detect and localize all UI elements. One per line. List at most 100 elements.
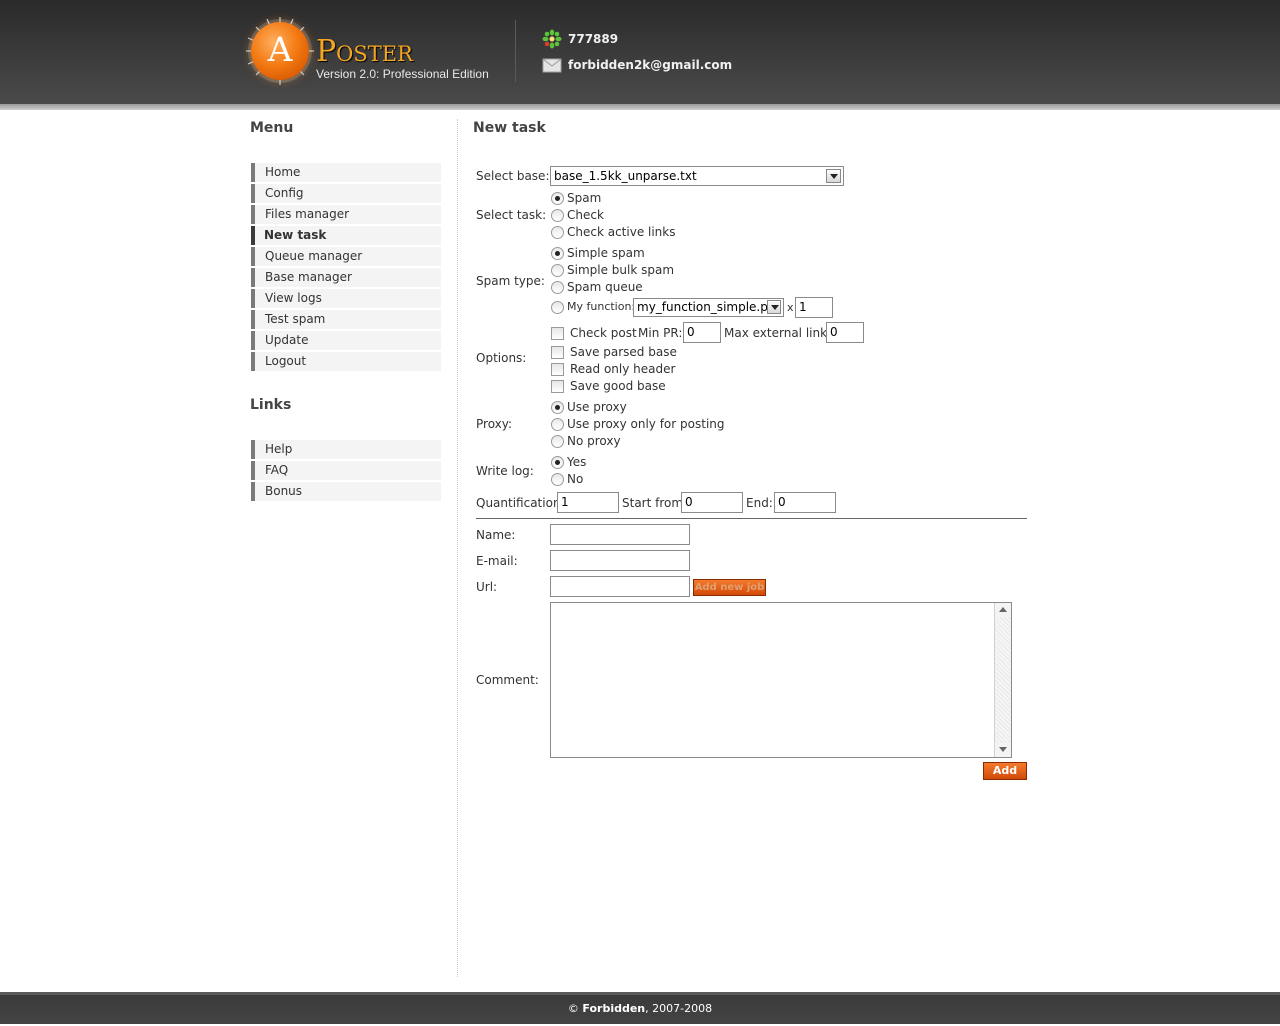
task-radio-check[interactable]: [551, 209, 564, 222]
menu-item-logout[interactable]: Logout: [251, 352, 441, 371]
footer-years: , 2007-2008: [645, 1002, 713, 1015]
end-label: End:: [746, 496, 773, 510]
proxy-option-use: Use proxy: [567, 400, 627, 414]
check-post-label: Check post: [570, 326, 637, 340]
menu-item-queue-manager[interactable]: Queue manager: [251, 247, 441, 266]
menu-heading: Menu: [250, 120, 294, 136]
write-log-radio-no[interactable]: [551, 473, 564, 486]
task-radio-check-active-links[interactable]: [551, 226, 564, 239]
select-base-dropdown[interactable]: base_1.5kk_unparse.txt: [550, 166, 844, 186]
multiplier-symbol: x: [787, 301, 794, 314]
links-list: Help FAQ Bonus: [251, 440, 441, 503]
comment-textarea[interactable]: [550, 602, 1012, 758]
chevron-down-icon[interactable]: [826, 169, 841, 183]
min-pr-input[interactable]: 0: [683, 322, 721, 343]
write-log-option-yes: Yes: [567, 455, 587, 469]
logo-name: Poster: [316, 34, 413, 69]
function-select[interactable]: my_function_simple.pl: [633, 298, 784, 317]
options-label: Options:: [476, 351, 527, 365]
copyright-symbol: ©: [567, 1002, 579, 1015]
comment-scrollbar[interactable]: [994, 603, 1011, 757]
max-links-label: Max external links:: [724, 326, 838, 340]
menu-item-base-manager[interactable]: Base manager: [251, 268, 441, 287]
save-parsed-checkbox[interactable]: [551, 346, 564, 359]
email-contact: forbidden2k@gmail.com: [542, 55, 732, 75]
url-field[interactable]: [550, 576, 690, 597]
comment-label: Comment:: [476, 673, 539, 687]
email-label: E-mail:: [476, 554, 518, 568]
menu-item-update[interactable]: Update: [251, 331, 441, 350]
proxy-radio-none[interactable]: [551, 435, 564, 448]
write-log-radio-yes[interactable]: [551, 456, 564, 469]
task-option-check-active-links: Check active links: [567, 225, 676, 239]
chevron-down-icon[interactable]: [767, 300, 781, 314]
select-task-label: Select task:: [476, 208, 547, 222]
form-separator: [476, 518, 1027, 519]
page-title: New task: [473, 120, 546, 136]
spam-type-option-bulk: Simple bulk spam: [567, 263, 675, 277]
email-field[interactable]: [550, 550, 690, 571]
link-item-faq[interactable]: FAQ: [251, 461, 441, 480]
menu-item-test-spam[interactable]: Test spam: [251, 310, 441, 329]
multiplier-input[interactable]: 1: [795, 297, 833, 318]
quantification-label: Quantification:: [476, 496, 565, 510]
check-post-checkbox[interactable]: [551, 327, 564, 340]
menu-item-view-logs[interactable]: View logs: [251, 289, 441, 308]
spam-type-radio-simple[interactable]: [551, 247, 564, 260]
spam-type-option-queue: Spam queue: [567, 280, 643, 294]
write-log-label: Write log:: [476, 464, 534, 478]
email-address[interactable]: forbidden2k@gmail.com: [568, 58, 732, 72]
footer-author: Forbidden: [582, 1002, 646, 1015]
scroll-up-icon[interactable]: [995, 603, 1011, 617]
menu-item-home[interactable]: Home: [251, 163, 441, 182]
menu-item-new-task[interactable]: New task: [251, 226, 441, 245]
logo-letter: A: [251, 22, 309, 80]
column-divider: [457, 119, 458, 977]
start-from-input[interactable]: 0: [681, 492, 743, 513]
menu-item-files-manager[interactable]: Files manager: [251, 205, 441, 224]
proxy-radio-use[interactable]: [551, 401, 564, 414]
spam-type-radio-queue[interactable]: [551, 281, 564, 294]
add-button[interactable]: Add: [983, 762, 1027, 780]
spam-type-option-my-function: My function:: [567, 300, 636, 313]
icq-contact: 777889: [542, 29, 618, 49]
select-base-label: Select base:: [476, 169, 550, 183]
menu-list: Home Config Files manager New task Queue…: [251, 163, 441, 373]
start-from-label: Start from:: [622, 496, 688, 510]
proxy-radio-posting-only[interactable]: [551, 418, 564, 431]
link-item-help[interactable]: Help: [251, 440, 441, 459]
spam-type-option-simple: Simple spam: [567, 246, 645, 260]
scroll-down-icon[interactable]: [995, 743, 1011, 757]
task-option-spam: Spam: [567, 191, 602, 205]
add-new-job-button[interactable]: Add new job: [693, 579, 766, 596]
task-radio-spam[interactable]: [551, 192, 564, 205]
header-strip: [0, 104, 1280, 110]
header-divider: [515, 20, 516, 82]
spam-type-radio-bulk[interactable]: [551, 264, 564, 277]
save-good-label: Save good base: [570, 379, 666, 393]
spam-type-radio-my-function[interactable]: [551, 301, 564, 314]
spam-type-label: Spam type:: [476, 274, 545, 288]
links-heading: Links: [250, 397, 292, 413]
proxy-option-posting-only: Use proxy only for posting: [567, 417, 725, 431]
name-field[interactable]: [550, 524, 690, 545]
footer: © Forbidden, 2007-2008: [0, 992, 1280, 1024]
quantification-input[interactable]: 1: [557, 492, 619, 513]
read-only-header-label: Read only header: [570, 362, 676, 376]
name-label: Name:: [476, 528, 516, 542]
select-base-value: base_1.5kk_unparse.txt: [554, 169, 697, 183]
proxy-option-none: No proxy: [567, 434, 621, 448]
version-text: Version 2.0: Professional Edition: [316, 67, 489, 81]
max-links-input[interactable]: 0: [826, 322, 864, 343]
end-input[interactable]: 0: [774, 492, 836, 513]
envelope-icon: [542, 58, 562, 73]
url-label: Url:: [476, 580, 498, 594]
save-good-checkbox[interactable]: [551, 380, 564, 393]
read-only-header-checkbox[interactable]: [551, 363, 564, 376]
link-item-bonus[interactable]: Bonus: [251, 482, 441, 501]
icq-number: 777889: [568, 32, 619, 46]
save-parsed-label: Save parsed base: [570, 345, 677, 359]
task-option-check: Check: [567, 208, 604, 222]
min-pr-label: Min PR:: [638, 326, 683, 340]
menu-item-config[interactable]: Config: [251, 184, 441, 203]
